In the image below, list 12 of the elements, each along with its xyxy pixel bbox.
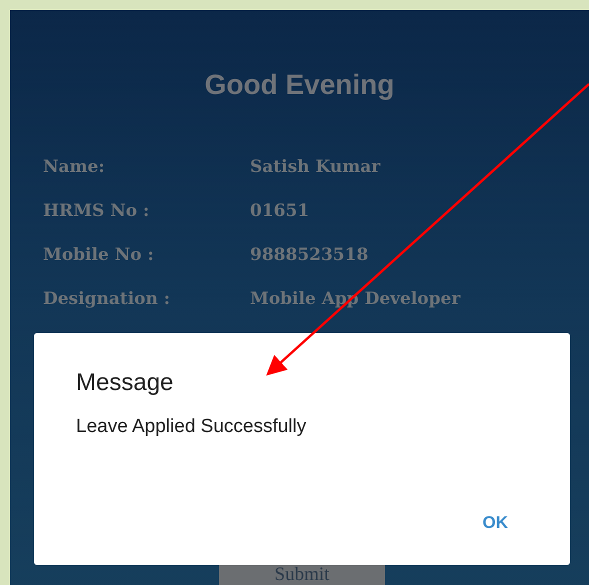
field-value: 9888523518 xyxy=(250,244,368,267)
field-value: Satish Kumar xyxy=(250,156,380,179)
field-label: HRMS No : xyxy=(43,200,150,223)
dialog-message: Leave Applied Successfully xyxy=(76,415,308,439)
field-label: Designation : xyxy=(43,288,172,311)
dialog-title: Message xyxy=(76,368,174,398)
field-label: Mobile No : xyxy=(43,244,155,267)
submit-button[interactable]: Submit xyxy=(219,565,385,585)
field-value: 01651 xyxy=(250,200,310,223)
field-label: Name: xyxy=(43,156,106,179)
greeting-title: Good Evening xyxy=(204,68,396,102)
ok-button[interactable]: OK xyxy=(482,510,528,535)
